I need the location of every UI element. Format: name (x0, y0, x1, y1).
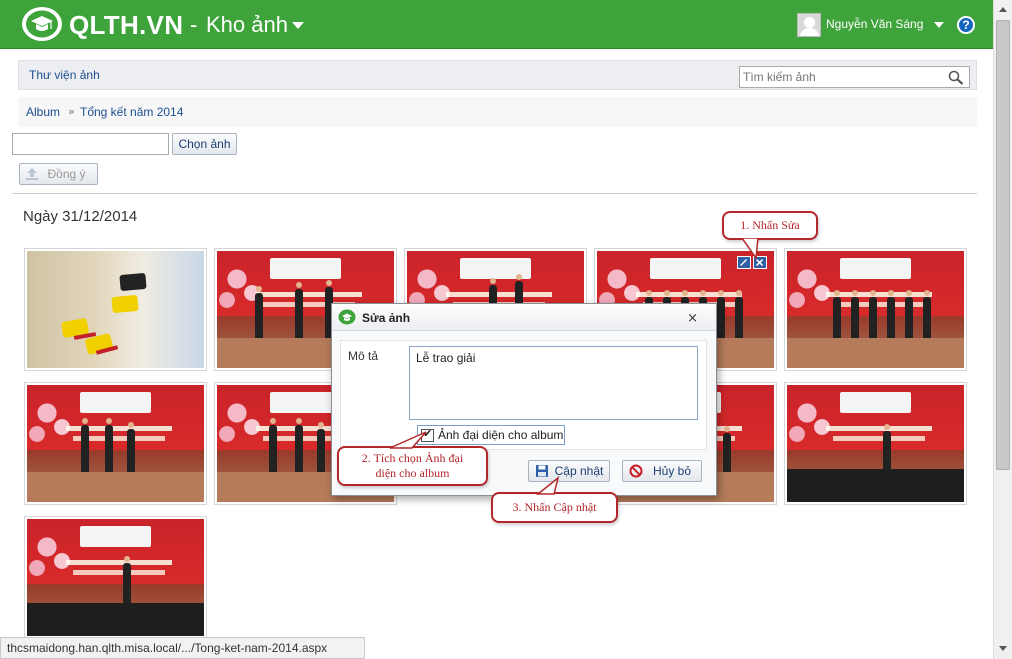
photo-thumbnail[interactable] (24, 248, 207, 371)
scroll-down-arrow-icon[interactable] (994, 641, 1012, 657)
album-cover-label[interactable]: Ảnh đại diện cho album (438, 428, 563, 442)
photo-image (787, 385, 964, 502)
brand-separator: - (190, 12, 198, 37)
help-icon[interactable]: ? (957, 16, 975, 34)
photo-thumbnail[interactable] (784, 382, 967, 505)
callout-2-line-1: 2. Tích chọn Ảnh đại (361, 451, 464, 465)
brand-name[interactable]: QLTH.VN (69, 10, 183, 41)
file-path-input[interactable] (12, 133, 169, 155)
cancel-icon (629, 464, 643, 478)
vertical-scrollbar[interactable] (993, 0, 1012, 659)
cancel-label: Hủy bỏ (652, 464, 692, 478)
search-icon[interactable] (948, 70, 964, 85)
search-box[interactable] (739, 66, 970, 88)
status-bar-url: thcsmaidong.han.qlth.misa.local/.../Tong… (0, 637, 365, 659)
module-title[interactable]: Kho ảnh (206, 12, 288, 38)
photo-thumbnail[interactable] (784, 248, 967, 371)
search-input[interactable] (740, 67, 945, 87)
callout-3-pointer (535, 476, 560, 495)
callout-1-pointer (741, 238, 759, 260)
update-label: Cập nhật (554, 464, 604, 478)
agree-label: Đồng ý (47, 167, 86, 181)
callout-2-pointer (389, 431, 427, 449)
photo-image (27, 251, 204, 368)
choose-photo-button[interactable]: Chọn ảnh (172, 133, 237, 155)
photo-thumbnail[interactable] (24, 382, 207, 505)
dialog-title: Sửa ảnh (362, 311, 411, 325)
date-heading: Ngày 31/12/2014 (23, 208, 138, 225)
callout-step-2: 2. Tích chọn Ảnh đại diện cho album (337, 446, 488, 486)
logo-icon (22, 7, 62, 41)
avatar[interactable] (797, 13, 821, 37)
callout-step-3: 3. Nhấn Cập nhật (491, 492, 618, 523)
callout-2-line-2: diện cho album (375, 466, 450, 480)
upload-icon (26, 168, 38, 180)
agree-button[interactable]: Đồng ý (19, 163, 98, 185)
breadcrumb-current[interactable]: Tổng kết năm 2014 (80, 105, 183, 119)
close-icon[interactable]: × (687, 311, 698, 326)
dialog-titlebar[interactable]: Sửa ảnh × (332, 304, 716, 331)
album-cover-option[interactable]: Ảnh đại diện cho album (417, 425, 565, 445)
scroll-thumb[interactable] (996, 20, 1010, 470)
photo-image (27, 519, 204, 636)
library-bar: Thư viện ảnh (18, 60, 977, 90)
divider (12, 193, 977, 194)
breadcrumb-separator: » (68, 105, 75, 118)
scroll-up-arrow-icon[interactable] (994, 2, 1012, 18)
photo-image (787, 251, 964, 368)
breadcrumb-album-link[interactable]: Album (26, 105, 60, 119)
top-bar: QLTH.VN - Kho ảnh Nguyễn Văn Sáng ? (0, 0, 1012, 49)
breadcrumb: Album » Tổng kết năm 2014 (18, 97, 977, 127)
user-name[interactable]: Nguyễn Văn Sáng (826, 17, 923, 31)
photo-image (27, 385, 204, 502)
description-field[interactable]: Lễ trao giải (409, 346, 698, 420)
app-logo-icon (338, 309, 356, 325)
library-title[interactable]: Thư viện ảnh (29, 68, 100, 82)
cancel-button[interactable]: Hủy bỏ (622, 460, 702, 482)
photo-thumbnail[interactable] (24, 516, 207, 639)
user-menu-chevron-icon[interactable] (934, 22, 944, 28)
callout-step-1: 1. Nhấn Sửa (722, 211, 818, 240)
description-label: Mô tả (348, 349, 379, 363)
chevron-down-icon[interactable] (292, 22, 304, 29)
